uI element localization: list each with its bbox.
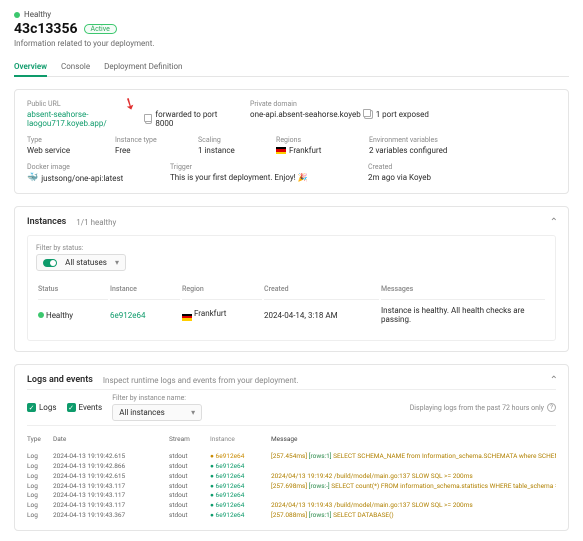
env-vars-label: Environment variables (369, 136, 447, 144)
toggle-icon (43, 259, 57, 267)
row-region: Frankfurt (194, 309, 226, 318)
env-vars-value: 2 variables configured (369, 146, 447, 155)
events-checkbox[interactable]: ✓Events (67, 403, 103, 412)
trigger-value: This is your first deployment. Enjoy! 🎉 (170, 173, 340, 182)
regions-label: Regions (276, 136, 341, 144)
scaling-label: Scaling (198, 136, 248, 144)
status-filter-dropdown[interactable]: All statuses ▾ (36, 254, 126, 271)
instance-type-value: Free (115, 146, 170, 155)
col-created: Created (264, 281, 379, 297)
private-domain: one-api.absent-seahorse.koyeb (250, 110, 361, 119)
public-url-link[interactable]: absent-seahorse-laogou717.koyeb.app/ (27, 110, 142, 128)
healthy-dot-icon (14, 12, 20, 18)
chevron-down-icon: ▾ (115, 258, 119, 267)
created-value: 2m ago via Koyeb (368, 173, 431, 182)
active-badge: Active (84, 24, 117, 34)
instance-filter-label: Filter by instance name: (112, 394, 202, 402)
log-line: Log2024-04-13 19:19:42.615stdout● 6e912e… (27, 452, 556, 462)
filter-status-label: Filter by status: (36, 244, 547, 252)
instance-id-link[interactable]: 6e912e64 (110, 311, 145, 320)
logs-card: ⌃ Logs and events Inspect runtime logs an… (14, 364, 569, 531)
instances-title: Instances (27, 217, 66, 227)
page-subtitle: Information related to your deployment. (14, 39, 569, 48)
created-label: Created (368, 163, 431, 171)
deployment-id: 43c13356 (14, 21, 78, 37)
log-line: Log2024-04-13 19:19:43.367stdout● 6e912e… (27, 510, 556, 520)
logs-checkbox[interactable]: ✓Logs (27, 403, 57, 412)
tab-console[interactable]: Console (61, 58, 90, 76)
instances-table: Status Instance Region Created Messages … (36, 279, 547, 332)
log-line: Log2024-04-13 19:19:43.117stdout● 6e912e… (27, 491, 556, 501)
instance-type-label: Instance type (115, 136, 170, 144)
collapse-icon[interactable]: ⌃ (550, 375, 558, 386)
germany-flag-icon (182, 314, 192, 321)
col-instance: Instance (110, 281, 180, 297)
row-created: 2024-04-14, 3:18 AM (264, 299, 379, 330)
copy-icon[interactable] (145, 115, 153, 124)
logs-header: TypeDateStreamInstanceMessage (27, 434, 556, 444)
detail-card: ➘ Public URL absent-seahorse-laogou717.k… (14, 89, 569, 194)
instance-filter-dropdown[interactable]: All instances▾ (112, 404, 202, 421)
tab-deployment-definition[interactable]: Deployment Definition (104, 58, 182, 76)
scaling-value: 1 instance (198, 146, 248, 155)
log-line: Log2024-04-13 19:19:43.117stdout● 6e912e… (27, 501, 556, 511)
filter-value: All statuses (65, 258, 107, 267)
trigger-label: Trigger (170, 163, 340, 171)
collapse-icon[interactable]: ⌃ (550, 217, 558, 228)
docker-icon: 🐳 (27, 173, 38, 183)
forwarded-port: forwarded to port 8000 (155, 110, 222, 128)
regions-value: Frankfurt (276, 146, 341, 155)
log-line: Log2024-04-13 19:19:42.866stdout● 6e912e… (27, 462, 556, 472)
instances-card: ⌃ Instances 1/1 healthy Filter by status:… (14, 206, 569, 352)
logs-subtitle: Inspect runtime logs and events from you… (103, 376, 299, 385)
help-icon[interactable]: ? (547, 403, 556, 412)
status-indicator: Healthy (14, 10, 569, 19)
col-messages: Messages (381, 281, 545, 297)
row-status: Healthy (46, 311, 73, 320)
logs-body[interactable]: Log2024-04-13 19:19:42.615stdout● 6e912e… (27, 452, 556, 520)
instances-count: 1/1 healthy (76, 218, 116, 227)
log-line: Log2024-04-13 19:19:43.117stdout● 6e912e… (27, 481, 556, 491)
type-label: Type (27, 136, 87, 144)
col-status: Status (38, 281, 108, 297)
logs-title: Logs and events (27, 375, 93, 385)
col-region: Region (182, 281, 262, 297)
instance-row[interactable]: Healthy 6e912e64 Frankfurt 2024-04-14, 3… (38, 299, 545, 330)
status-text: Healthy (24, 10, 51, 19)
log-line: Log2024-04-13 19:19:42.615stdout● 6e912e… (27, 471, 556, 481)
logs-range-note: Displaying logs from the past 72 hours o… (410, 403, 556, 412)
copy-icon[interactable] (364, 110, 373, 119)
docker-image-value: 🐳justsong/one-api:latest (27, 173, 142, 183)
chevron-down-icon: ▾ (191, 408, 195, 417)
row-message: Instance is healthy. All health checks a… (381, 299, 545, 330)
docker-image-label: Docker image (27, 163, 142, 171)
tab-overview[interactable]: Overview (14, 58, 47, 77)
healthy-dot-icon (38, 312, 44, 318)
germany-flag-icon (276, 147, 286, 154)
type-value: Web service (27, 146, 87, 155)
ports-exposed: 1 port exposed (376, 110, 429, 119)
private-domain-label: Private domain (250, 100, 429, 108)
